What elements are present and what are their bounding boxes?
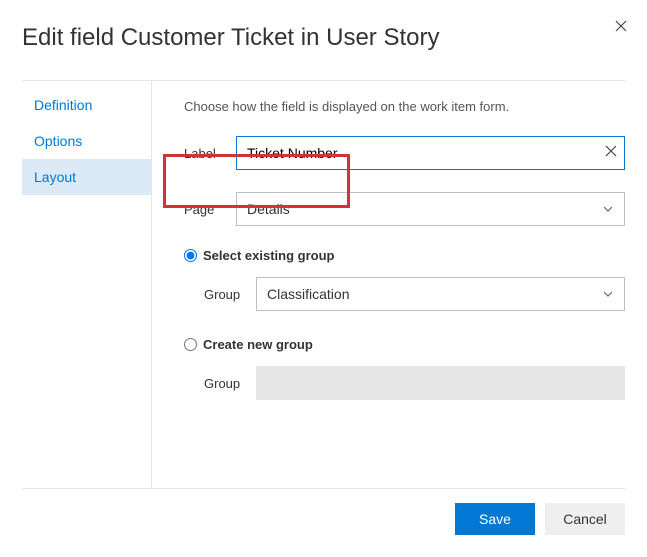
new-group-row: Group — [204, 366, 625, 400]
tab-layout[interactable]: Layout — [22, 159, 151, 195]
label-row: Label — [184, 136, 625, 170]
page-field-label: Page — [184, 202, 236, 217]
clear-input-button[interactable] — [605, 144, 617, 162]
dialog-body: Definition Options Layout Choose how the… — [22, 81, 625, 488]
group-select[interactable]: Classification — [256, 277, 625, 311]
existing-group-radio[interactable] — [184, 249, 197, 262]
new-group-input-wrap — [256, 366, 625, 400]
cancel-button[interactable]: Cancel — [545, 503, 625, 535]
content-description: Choose how the field is displayed on the… — [184, 99, 625, 114]
dialog-title: Edit field Customer Ticket in User Story — [22, 24, 625, 52]
group-field-label: Group — [204, 287, 256, 302]
save-button[interactable]: Save — [455, 503, 535, 535]
chevron-down-icon — [602, 288, 614, 300]
page-select-value: Details — [247, 201, 290, 217]
page-row: Page Details — [184, 192, 625, 226]
close-button[interactable] — [611, 12, 631, 41]
dialog-footer: Save Cancel — [22, 489, 625, 539]
label-input[interactable] — [236, 136, 625, 170]
page-select[interactable]: Details — [236, 192, 625, 226]
existing-group-label[interactable]: Select existing group — [203, 248, 334, 263]
sidebar: Definition Options Layout — [22, 81, 152, 488]
group-select-value: Classification — [267, 286, 349, 302]
edit-field-dialog: Edit field Customer Ticket in User Story… — [0, 0, 647, 557]
new-group-radio[interactable] — [184, 338, 197, 351]
group-field-label-2: Group — [204, 376, 256, 391]
label-input-wrap — [236, 136, 625, 170]
close-icon — [605, 145, 617, 157]
group-select-wrap: Classification — [256, 277, 625, 311]
tab-definition[interactable]: Definition — [22, 87, 151, 123]
tab-content: Choose how the field is displayed on the… — [152, 81, 625, 488]
chevron-down-icon — [602, 203, 614, 215]
new-group-input — [256, 366, 625, 400]
existing-group-row: Group Classification — [204, 277, 625, 311]
new-group-label[interactable]: Create new group — [203, 337, 313, 352]
tab-options[interactable]: Options — [22, 123, 151, 159]
label-field-label: Label — [184, 146, 236, 161]
close-icon — [615, 20, 627, 32]
page-select-wrap: Details — [236, 192, 625, 226]
new-group-radio-row: Create new group — [184, 337, 625, 352]
existing-group-radio-row: Select existing group — [184, 248, 625, 263]
